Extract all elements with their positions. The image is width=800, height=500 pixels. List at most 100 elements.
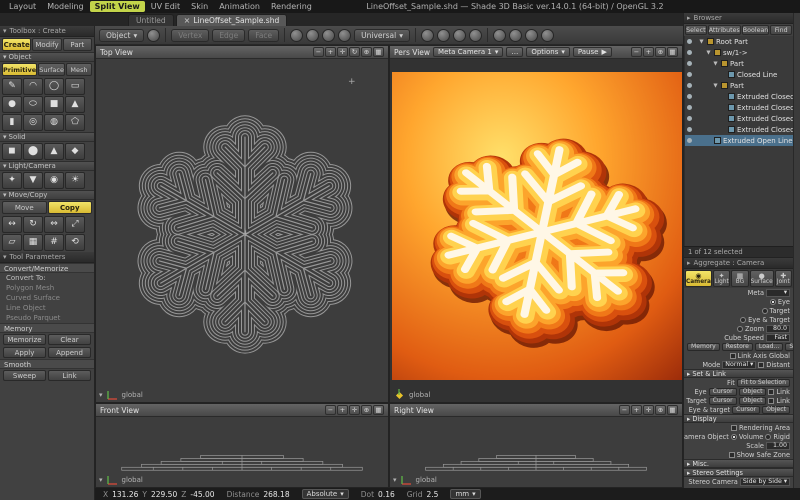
mirror-tool-icon[interactable] [453,29,466,42]
stereo-camera-dropdown[interactable]: Side by Side ▾ [740,478,790,486]
ellipse-tool-icon[interactable]: ⬭ [23,96,43,113]
tree-row-extruded-closed-3[interactable]: Extruded Closed [685,113,793,124]
polygon-tool-icon[interactable]: ⬠ [65,114,85,131]
aggregate-tab-camera[interactable]: ◉Camera [685,270,712,287]
camera-tool-icon[interactable] [147,29,160,42]
pivot-tool-icon[interactable] [469,29,482,42]
cylinder-tool-icon[interactable]: ▮ [2,114,22,131]
reset-icon[interactable]: ⟲ [65,234,85,251]
eye-object-button[interactable]: Object [739,388,767,396]
mirror-icon[interactable]: ⇔ [44,216,64,233]
toolbox-tab-create[interactable]: Create [2,38,31,51]
render-tool-icon[interactable] [493,29,506,42]
viewport-pers-canvas[interactable]: global [390,59,682,402]
grid-tool-icon[interactable] [437,29,450,42]
grid-toggle-icon[interactable]: ▦ [373,405,384,415]
zoom-fit-icon[interactable]: ⊕ [361,47,372,57]
apply-button[interactable]: Apply [3,347,46,358]
pause-button[interactable]: Pause ▶ [573,47,612,57]
tab-mesh[interactable]: Mesh [66,63,92,76]
distant-light-icon[interactable]: ☀ [65,172,85,189]
light-tool-icon[interactable] [509,29,522,42]
panel-collapse-icon[interactable]: ▸ [687,258,691,269]
cube-speed-field[interactable]: Fast [766,334,790,342]
eye-radio[interactable] [770,299,776,305]
expander-icon[interactable]: ▼ [712,83,719,89]
zoom-fit-icon[interactable]: ⊕ [655,47,666,57]
panel-collapse-icon[interactable]: ▸ [687,13,691,24]
menu-split-view[interactable]: Split View [90,1,145,12]
copy-button[interactable]: Copy [48,201,93,214]
zoom-in-icon[interactable]: + [643,47,654,57]
zoom-out-icon[interactable]: − [325,405,336,415]
volume-radio[interactable] [731,434,737,440]
solid-cone-icon[interactable]: ▲ [44,143,64,160]
viewport-pers[interactable]: Pers View Meta Camera 1 ▾ … Options ▾ Pa… [389,45,683,403]
grid-toggle-icon[interactable]: ▦ [667,405,678,415]
cone-tool-icon[interactable]: ▲ [65,96,85,113]
pan-icon[interactable]: ✛ [349,405,360,415]
append-button[interactable]: Append [48,347,91,358]
shear-icon[interactable]: ▱ [2,234,22,251]
target-link-checkbox[interactable] [768,398,774,404]
zoom-fit-icon[interactable]: ⊕ [655,405,666,415]
settings-tool-icon[interactable] [541,29,554,42]
convert-option-line-object[interactable]: Line Object [0,303,94,313]
menu-layout[interactable]: Layout [4,1,41,12]
visibility-eye-icon[interactable] [687,138,692,143]
torus-tool-icon[interactable]: ◎ [23,114,43,131]
options-dropdown[interactable]: Options ▾ [526,47,570,57]
circle-tool-icon[interactable]: ◯ [44,78,64,95]
aggregate-panel-header[interactable]: ▸Aggregate : Camera [684,258,793,269]
convert-option-polygon-mesh[interactable]: Polygon Mesh [0,283,94,293]
mode-dropdown[interactable]: Normal ▾ [722,361,756,369]
expander-icon[interactable]: ▼ [712,61,719,67]
face-mode-button[interactable]: Face [248,29,279,42]
show-safe-zone-checkbox[interactable] [729,452,735,458]
section-stereo-settings[interactable]: ▸Stereo Settings [684,468,793,477]
visibility-eye-icon[interactable] [687,116,692,121]
tree-row-extruded-open-line[interactable]: Extruded Open Line [685,135,793,146]
tree-row-part[interactable]: ▼ Part [685,58,793,69]
rotate-tool-icon[interactable] [322,29,335,42]
viewport-front[interactable]: Front View −+✛⊕▦ ▾ global [95,403,389,488]
tab-lineoffset-sample[interactable]: × LineOffset_Sample.shd [176,14,288,26]
rectangle-tool-icon[interactable]: ▭ [65,78,85,95]
tab-primitive[interactable]: Primitive [2,63,37,76]
tab-untitled[interactable]: Untitled [128,14,174,26]
scale-field[interactable]: 1.00 [766,442,790,450]
arc-tool-icon[interactable]: ◠ [23,78,43,95]
pen-tool-icon[interactable]: ✎ [2,78,22,95]
sweep-button[interactable]: Sweep [3,370,46,381]
target-cursor-button[interactable]: Cursor [709,397,737,405]
scale-icon[interactable]: ⤢ [65,216,85,233]
numeric-icon[interactable]: # [44,234,64,251]
zoom-out-icon[interactable]: − [619,405,630,415]
zoom-in-icon[interactable]: + [325,47,336,57]
eye-cursor-button[interactable]: Cursor [709,388,737,396]
viewport-top[interactable]: Top View −+✛↻⊕▦ + + ▾ [95,45,389,403]
visibility-eye-icon[interactable] [687,50,692,55]
section-misc[interactable]: ▸Misc. [684,459,793,468]
zoom-out-icon[interactable]: − [631,47,642,57]
viewport-right-canvas[interactable]: ▾ global [390,417,682,487]
visibility-eye-icon[interactable] [687,61,692,66]
aggregate-tab-light[interactable]: ✦Light [713,270,730,287]
spot-light-icon[interactable]: ▼ [23,172,43,189]
global-axis-label[interactable]: ▾ global [393,475,437,485]
unit-dropdown[interactable]: mm ▾ [450,489,480,499]
scale-tool-icon[interactable] [338,29,351,42]
section-set-link[interactable]: ▸Set & Link [684,369,793,378]
tab-surface[interactable]: Surface [38,63,65,76]
toolbox-tab-modify[interactable]: Modify [32,38,61,51]
browser-tab-boolean[interactable]: Boolean [742,25,770,35]
snap-tool-icon[interactable] [421,29,434,42]
pan-icon[interactable]: ✛ [337,47,348,57]
meta-dropdown[interactable]: ▾ [766,289,790,297]
move-tool-icon[interactable] [306,29,319,42]
panel-collapse-icon[interactable]: ▾ [3,26,7,37]
sphere-tool-icon[interactable]: ● [2,96,22,113]
browser-tab-find[interactable]: Find [770,25,792,35]
target-object-button[interactable]: Object [739,397,767,405]
convert-option-pseudo-parquet[interactable]: Pseudo Parquet [0,313,94,323]
